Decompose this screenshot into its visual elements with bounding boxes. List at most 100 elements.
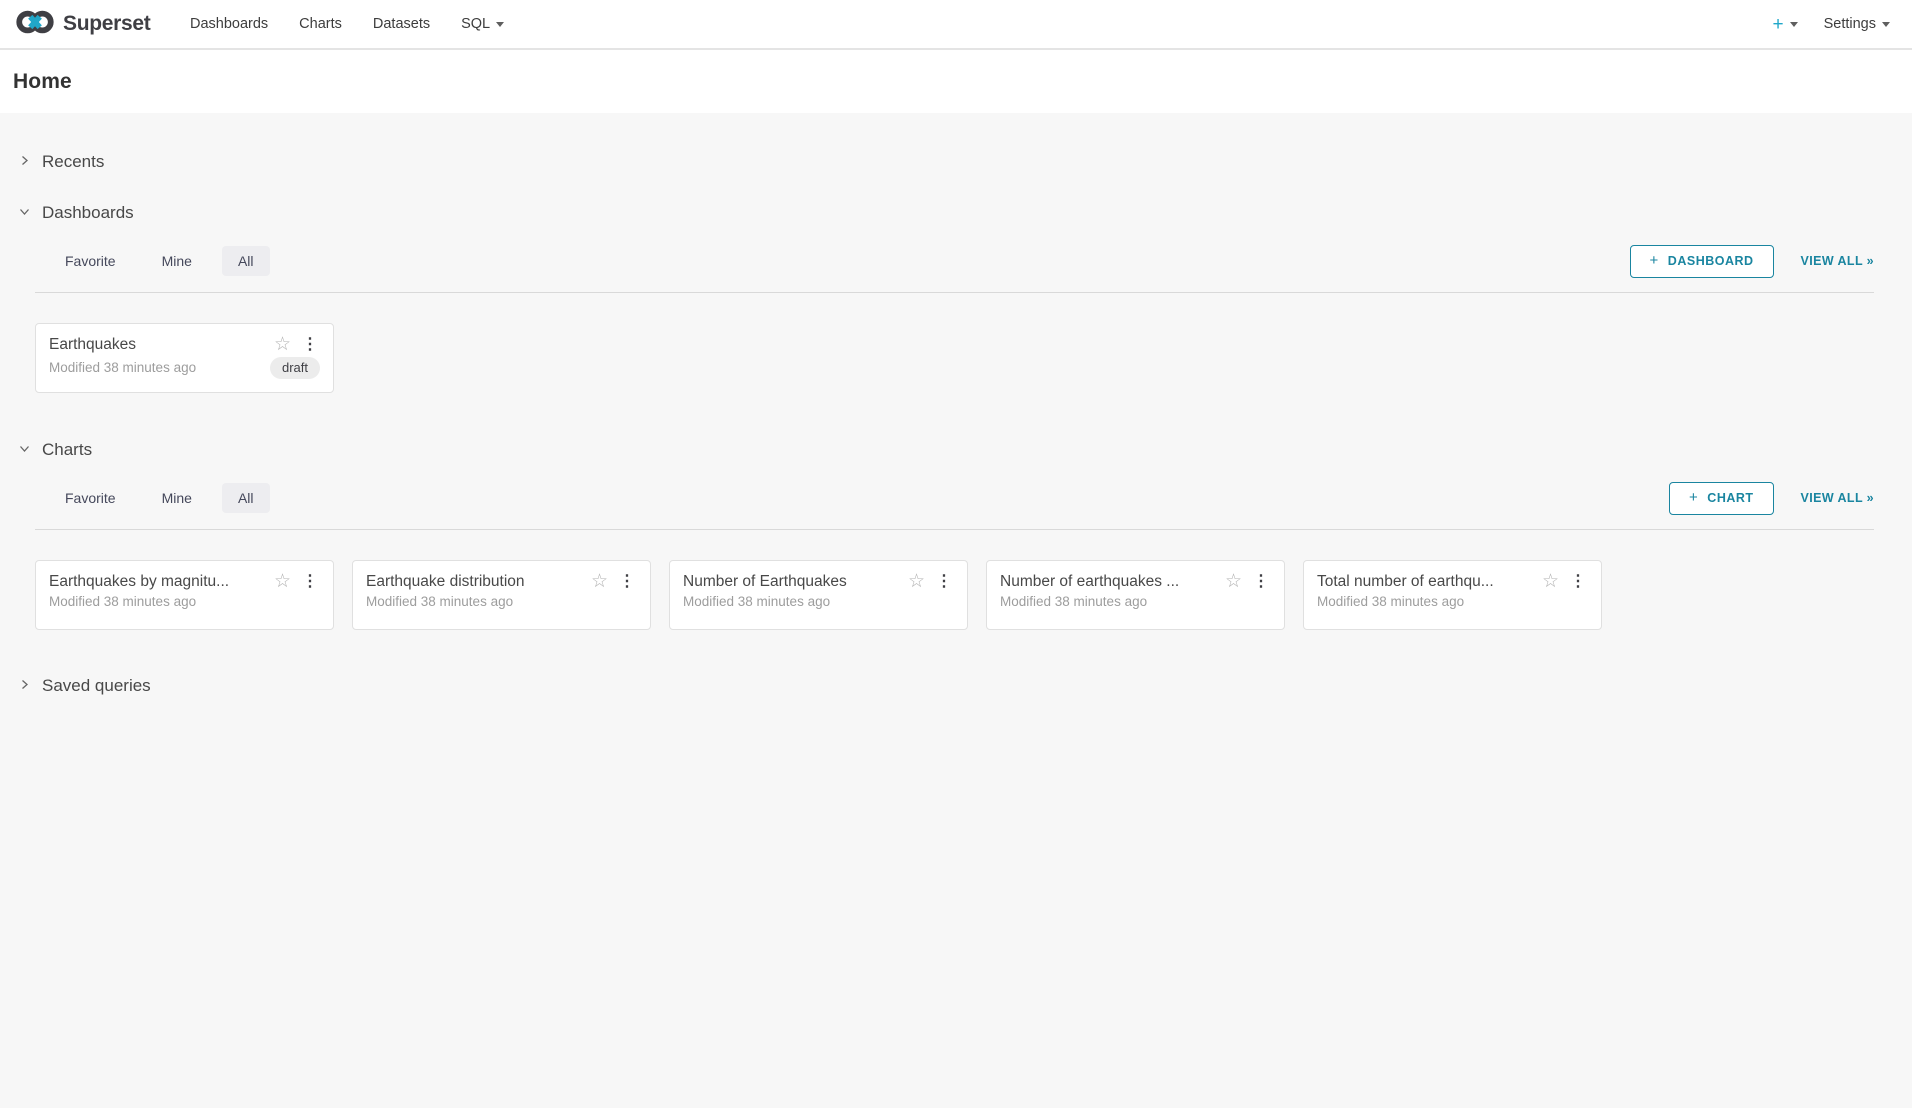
dashboard-card-earthquakes[interactable]: Earthquakes ☆ ⋮ Modified 38 minutes ago … xyxy=(35,323,334,393)
tab-all[interactable]: All xyxy=(222,483,270,513)
recents-collapse-header[interactable]: Recents xyxy=(18,151,1874,173)
card-title[interactable]: Number of earthquakes ... xyxy=(1000,573,1217,591)
card-modified: Modified 38 minutes ago xyxy=(683,594,830,609)
star-icon[interactable]: ☆ xyxy=(274,335,291,354)
chevron-down-icon xyxy=(18,440,31,460)
section-title: Recents xyxy=(42,152,104,172)
tab-mine[interactable]: Mine xyxy=(146,483,208,513)
tab-all[interactable]: All xyxy=(222,246,270,276)
card-title[interactable]: Earthquakes xyxy=(49,336,266,354)
caret-down-icon xyxy=(1790,22,1798,27)
kebab-icon[interactable]: ⋮ xyxy=(617,574,637,590)
nav-item-sql[interactable]: SQL xyxy=(446,0,520,48)
tab-favorite[interactable]: Favorite xyxy=(49,246,132,276)
nav-item-dashboards[interactable]: Dashboards xyxy=(174,0,283,48)
star-icon[interactable]: ☆ xyxy=(1225,572,1242,591)
charts-collapse-header[interactable]: Charts xyxy=(18,439,1874,461)
tab-favorite[interactable]: Favorite xyxy=(49,483,132,513)
charts-actions: + CHART VIEW ALL » xyxy=(1669,482,1874,515)
nav-item-label: Charts xyxy=(299,16,342,32)
card-modified: Modified 38 minutes ago xyxy=(1317,594,1464,609)
charts-toolbar: Favorite Mine All + CHART VIEW ALL » xyxy=(35,482,1874,514)
new-dashboard-button[interactable]: + DASHBOARD xyxy=(1630,245,1774,278)
plus-icon: + xyxy=(1772,15,1783,34)
kebab-icon[interactable]: ⋮ xyxy=(300,337,320,353)
kebab-icon[interactable]: ⋮ xyxy=(1568,574,1588,590)
charts-cards: Earthquakes by magnitu... ☆ ⋮ Modified 3… xyxy=(35,560,1874,630)
card-title[interactable]: Earthquakes by magnitu... xyxy=(49,573,266,591)
nav-item-label: Dashboards xyxy=(190,16,268,32)
card-modified: Modified 38 minutes ago xyxy=(1000,594,1147,609)
chart-card[interactable]: Total number of earthqu... ☆ ⋮ Modified … xyxy=(1303,560,1602,630)
settings-menu-button[interactable]: Settings xyxy=(1824,16,1890,32)
card-bottom: Modified 38 minutes ago xyxy=(1000,594,1271,609)
superset-logo[interactable]: Superset xyxy=(14,9,150,40)
card-top: Total number of earthqu... ☆ ⋮ xyxy=(1317,572,1588,591)
section-charts: Charts Favorite Mine All + CHART VIEW AL… xyxy=(16,439,1874,630)
card-bottom: Modified 38 minutes ago draft xyxy=(49,357,320,379)
new-dashboard-label: DASHBOARD xyxy=(1668,254,1754,268)
charts-divider xyxy=(35,529,1874,530)
dashboards-view-all-link[interactable]: VIEW ALL » xyxy=(1801,254,1874,268)
tab-mine[interactable]: Mine xyxy=(146,246,208,276)
superset-infinity-icon xyxy=(14,9,56,40)
chevron-down-icon xyxy=(18,203,31,223)
card-bottom: Modified 38 minutes ago xyxy=(683,594,954,609)
top-navbar: Superset Dashboards Charts Datasets SQL … xyxy=(0,0,1912,50)
section-recents: Recents xyxy=(16,151,1874,173)
chart-card[interactable]: Number of Earthquakes ☆ ⋮ Modified 38 mi… xyxy=(669,560,968,630)
plus-icon: + xyxy=(1689,490,1698,505)
dashboards-body: Favorite Mine All + DASHBOARD VIEW ALL »… xyxy=(35,245,1874,393)
card-top: Earthquakes by magnitu... ☆ ⋮ xyxy=(49,572,320,591)
dashboards-toolbar: Favorite Mine All + DASHBOARD VIEW ALL » xyxy=(35,245,1874,277)
settings-label: Settings xyxy=(1824,16,1876,32)
charts-filter-tabs: Favorite Mine All xyxy=(49,483,270,513)
section-title: Charts xyxy=(42,440,92,460)
dashboards-cards: Earthquakes ☆ ⋮ Modified 38 minutes ago … xyxy=(35,323,1874,393)
section-title: Saved queries xyxy=(42,676,151,696)
card-bottom: Modified 38 minutes ago xyxy=(49,594,320,609)
saved-queries-collapse-header[interactable]: Saved queries xyxy=(18,675,1874,697)
card-top: Earthquake distribution ☆ ⋮ xyxy=(366,572,637,591)
caret-down-icon xyxy=(496,22,504,27)
chevron-right-icon xyxy=(18,152,31,172)
charts-body: Favorite Mine All + CHART VIEW ALL » Ear… xyxy=(35,482,1874,630)
card-top: Number of earthquakes ... ☆ ⋮ xyxy=(1000,572,1271,591)
dashboards-actions: + DASHBOARD VIEW ALL » xyxy=(1630,245,1874,278)
card-top: Number of Earthquakes ☆ ⋮ xyxy=(683,572,954,591)
kebab-icon[interactable]: ⋮ xyxy=(1251,574,1271,590)
new-item-menu-button[interactable]: + xyxy=(1772,15,1797,34)
kebab-icon[interactable]: ⋮ xyxy=(934,574,954,590)
star-icon[interactable]: ☆ xyxy=(908,572,925,591)
navbar-right: + Settings xyxy=(1772,15,1896,34)
section-saved-queries: Saved queries xyxy=(16,675,1874,697)
dashboards-collapse-header[interactable]: Dashboards xyxy=(18,202,1874,224)
card-bottom: Modified 38 minutes ago xyxy=(1317,594,1588,609)
charts-view-all-link[interactable]: VIEW ALL » xyxy=(1801,491,1874,505)
star-icon[interactable]: ☆ xyxy=(1542,572,1559,591)
kebab-icon[interactable]: ⋮ xyxy=(300,574,320,590)
page-header: Home xyxy=(0,50,1912,113)
card-modified: Modified 38 minutes ago xyxy=(49,360,196,375)
chart-card[interactable]: Number of earthquakes ... ☆ ⋮ Modified 3… xyxy=(986,560,1285,630)
new-chart-button[interactable]: + CHART xyxy=(1669,482,1774,515)
nav-item-datasets[interactable]: Datasets xyxy=(357,0,445,48)
card-modified: Modified 38 minutes ago xyxy=(366,594,513,609)
chart-card[interactable]: Earthquakes by magnitu... ☆ ⋮ Modified 3… xyxy=(35,560,334,630)
chart-card[interactable]: Earthquake distribution ☆ ⋮ Modified 38 … xyxy=(352,560,651,630)
card-title[interactable]: Number of Earthquakes xyxy=(683,573,900,591)
star-icon[interactable]: ☆ xyxy=(274,572,291,591)
card-title[interactable]: Earthquake distribution xyxy=(366,573,583,591)
card-title[interactable]: Total number of earthqu... xyxy=(1317,573,1534,591)
section-dashboards: Dashboards Favorite Mine All + DASHBOARD… xyxy=(16,202,1874,393)
page-title: Home xyxy=(13,70,1912,94)
plus-icon: + xyxy=(1650,253,1659,268)
brand-wordmark: Superset xyxy=(63,12,150,36)
nav-item-label: SQL xyxy=(461,16,490,32)
chevron-right-icon xyxy=(18,676,31,696)
nav-item-charts[interactable]: Charts xyxy=(284,0,358,48)
main-nav: Dashboards Charts Datasets SQL xyxy=(174,0,519,48)
star-icon[interactable]: ☆ xyxy=(591,572,608,591)
dashboards-divider xyxy=(35,292,1874,293)
dashboards-filter-tabs: Favorite Mine All xyxy=(49,246,270,276)
